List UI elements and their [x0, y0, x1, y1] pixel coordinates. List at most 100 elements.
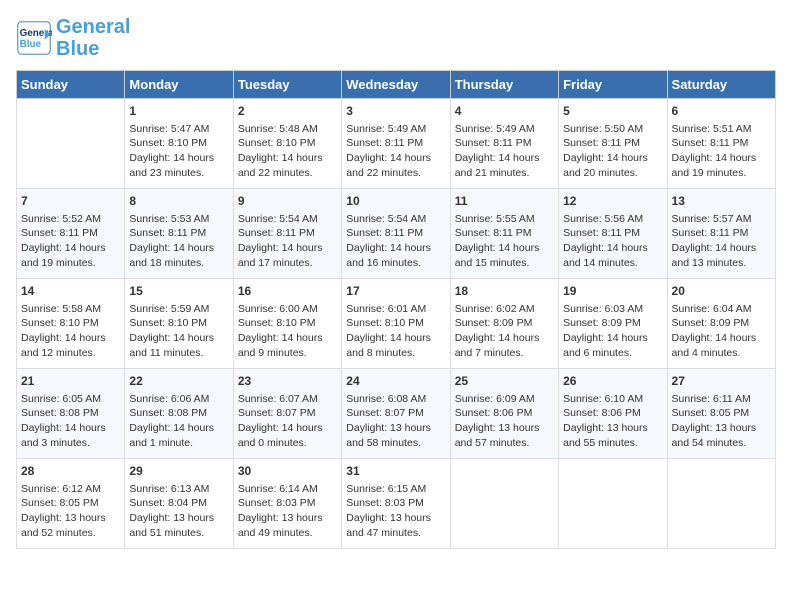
sun-info-line: Sunset: 8:07 PM	[238, 407, 316, 419]
sun-info-line: and 19 minutes.	[672, 167, 747, 179]
sun-info-line: Daylight: 14 hours	[129, 422, 214, 434]
sun-info-line: Sunset: 8:03 PM	[238, 497, 316, 509]
day-number: 13	[672, 193, 771, 210]
sun-info-line: Daylight: 14 hours	[346, 242, 431, 254]
day-number: 28	[21, 463, 120, 480]
calendar-cell: 31Sunrise: 6:15 AMSunset: 8:03 PMDayligh…	[342, 459, 450, 549]
day-number: 20	[672, 283, 771, 300]
calendar-cell: 11Sunrise: 5:55 AMSunset: 8:11 PMDayligh…	[450, 189, 558, 279]
cell-sun-info: Sunrise: 6:12 AMSunset: 8:05 PMDaylight:…	[21, 482, 120, 541]
sun-info-line: Sunrise: 5:57 AM	[672, 213, 752, 225]
page-header: General Blue General Blue	[16, 16, 776, 60]
cell-sun-info: Sunrise: 5:51 AMSunset: 8:11 PMDaylight:…	[672, 122, 771, 181]
sun-info-line: Sunset: 8:11 PM	[672, 227, 749, 239]
cell-sun-info: Sunrise: 5:47 AMSunset: 8:10 PMDaylight:…	[129, 122, 228, 181]
sun-info-line: Sunrise: 6:11 AM	[672, 393, 751, 405]
sun-info-line: Daylight: 14 hours	[129, 152, 214, 164]
cell-sun-info: Sunrise: 6:05 AMSunset: 8:08 PMDaylight:…	[21, 392, 120, 451]
sun-info-line: Daylight: 14 hours	[129, 242, 214, 254]
day-number: 30	[238, 463, 337, 480]
sun-info-line: Daylight: 14 hours	[455, 332, 540, 344]
calendar-cell: 7Sunrise: 5:52 AMSunset: 8:11 PMDaylight…	[17, 189, 125, 279]
cell-sun-info: Sunrise: 5:57 AM Sunset: 8:11 PM Daylight:…	[672, 212, 771, 271]
cell-sun-info: Sunrise: 6:11 AMSunset: 8:05 PMDaylight:…	[672, 392, 771, 451]
cell-sun-info: Sunrise: 6:07 AMSunset: 8:07 PMDaylight:…	[238, 392, 337, 451]
cell-sun-info: Sunrise: 5:54 AMSunset: 8:11 PMDaylight:…	[346, 212, 445, 271]
sun-info-line: Sunset: 8:10 PM	[21, 317, 99, 329]
calendar-cell: 8Sunrise: 5:53 AMSunset: 8:11 PMDaylight…	[125, 189, 233, 279]
sun-info-line: Daylight: 13 hours	[129, 512, 214, 524]
sun-info-line: and 16 minutes.	[346, 257, 421, 269]
sun-info-line: Sunrise: 6:03 AM	[563, 303, 643, 315]
sun-info-line: and 12 minutes.	[21, 347, 96, 359]
calendar-cell: 21Sunrise: 6:05 AMSunset: 8:08 PMDayligh…	[17, 369, 125, 459]
sun-info-line: Daylight: 14 hours	[563, 242, 648, 254]
calendar-cell: 15Sunrise: 5:59 AMSunset: 8:10 PMDayligh…	[125, 279, 233, 369]
sun-info-line: and 0 minutes.	[238, 437, 307, 449]
sun-info-line: Sunrise: 5:53 AM	[129, 213, 209, 225]
sun-info-line: Daylight: 14 hours	[21, 422, 106, 434]
calendar-cell: 1Sunrise: 5:47 AMSunset: 8:10 PMDaylight…	[125, 99, 233, 189]
sun-info-line: Sunset: 8:11 PM	[455, 137, 532, 149]
day-number: 15	[129, 283, 228, 300]
weekday-header-monday: Monday	[125, 71, 233, 99]
sun-info-line: Daylight: 13 hours	[455, 422, 540, 434]
calendar-cell: 2Sunrise: 5:48 AMSunset: 8:10 PMDaylight…	[233, 99, 341, 189]
logo-text: General	[56, 16, 130, 38]
day-number: 26	[563, 373, 662, 390]
weekday-header-tuesday: Tuesday	[233, 71, 341, 99]
sun-info-line: Sunrise: 6:08 AM	[346, 393, 426, 405]
sun-info-line: Sunrise: 6:01 AM	[346, 303, 426, 315]
calendar-cell	[450, 459, 558, 549]
cell-sun-info: Sunrise: 6:03 AM Sunset: 8:09 PM Daylight:…	[563, 302, 662, 361]
sun-info-line: Daylight: 14 hours	[672, 242, 757, 254]
weekday-header-thursday: Thursday	[450, 71, 558, 99]
cell-sun-info: Sunrise: 5:54 AMSunset: 8:11 PMDaylight:…	[238, 212, 337, 271]
sun-info-line: Daylight: 14 hours	[672, 152, 757, 164]
calendar-cell: 19Sunrise: 6:03 AMSunset: 8:09 PMDayligh…	[559, 279, 667, 369]
calendar-cell	[667, 459, 775, 549]
day-number: 16	[238, 283, 337, 300]
sun-info-line: Daylight: 14 hours	[563, 332, 648, 344]
sun-info-line: Sunset: 8:10 PM	[238, 137, 316, 149]
sun-info-line: Sunset: 8:11 PM	[238, 227, 315, 239]
sun-info-line: Sunset: 8:11 PM	[455, 227, 532, 239]
sun-info-line: Sunset: 8:11 PM	[563, 137, 640, 149]
sun-info-line: and 54 minutes.	[672, 437, 747, 449]
sun-info-line: and 11 minutes.	[129, 347, 203, 359]
calendar-cell: 18Sunrise: 6:02 AMSunset: 8:09 PMDayligh…	[450, 279, 558, 369]
calendar-cell: 6 Sunrise: 5:51 AMSunset: 8:11 PMDaylight…	[667, 99, 775, 189]
day-number: 25	[455, 373, 554, 390]
sun-info-line: and 20 minutes.	[563, 167, 638, 179]
sun-info-line: and 9 minutes.	[238, 347, 307, 359]
sun-info-line: and 19 minutes.	[21, 257, 96, 269]
sun-info-line: Daylight: 14 hours	[238, 332, 323, 344]
calendar-cell: 10 Sunrise: 5:54 AMSunset: 8:11 PMDayligh…	[342, 189, 450, 279]
sun-info-line: and 22 minutes.	[346, 167, 421, 179]
calendar-cell: 13 Sunrise: 5:57 AM Sunset: 8:11 PM Dayligh…	[667, 189, 775, 279]
day-number: 31	[346, 463, 445, 480]
calendar-week-row: 7Sunrise: 5:52 AMSunset: 8:11 PMDaylight…	[17, 189, 776, 279]
sun-info-line: Sunrise: 5:58 AM	[21, 303, 101, 315]
calendar-cell: 27Sunrise: 6:11 AMSunset: 8:05 PMDayligh…	[667, 369, 775, 459]
sun-info-line: Sunset: 8:09 PM	[563, 317, 641, 329]
cell-sun-info: Sunrise: 6:10 AMSunset: 8:06 PMDaylight:…	[563, 392, 662, 451]
weekday-header-saturday: Saturday	[667, 71, 775, 99]
sun-info-line: Sunset: 8:03 PM	[346, 497, 424, 509]
sun-info-line: Sunrise: 5:50 AM	[563, 123, 643, 135]
sun-info-line: Sunrise: 6:15 AM	[346, 483, 426, 495]
day-number: 10	[346, 193, 445, 210]
sun-info-line: and 21 minutes.	[455, 167, 530, 179]
sun-info-line: Sunrise: 6:07 AM	[238, 393, 318, 405]
cell-sun-info: Sunrise: 6:14 AMSunset: 8:03 PMDaylight:…	[238, 482, 337, 541]
sun-info-line: and 4 minutes.	[672, 347, 741, 359]
sun-info-line: Sunset: 8:08 PM	[21, 407, 99, 419]
sun-info-line: and 23 minutes.	[129, 167, 204, 179]
sun-info-line: Sunrise: 6:06 AM	[129, 393, 209, 405]
sun-info-line: and 58 minutes.	[346, 437, 421, 449]
cell-sun-info: Sunrise: 5:56 AMSunset: 8:11 PMDaylight:…	[563, 212, 662, 271]
calendar-cell: 30 Sunrise: 6:14 AMSunset: 8:03 PMDayligh…	[233, 459, 341, 549]
day-number: 6	[672, 103, 771, 120]
sun-info-line: Daylight: 14 hours	[21, 242, 106, 254]
sun-info-line: Daylight: 14 hours	[455, 242, 540, 254]
